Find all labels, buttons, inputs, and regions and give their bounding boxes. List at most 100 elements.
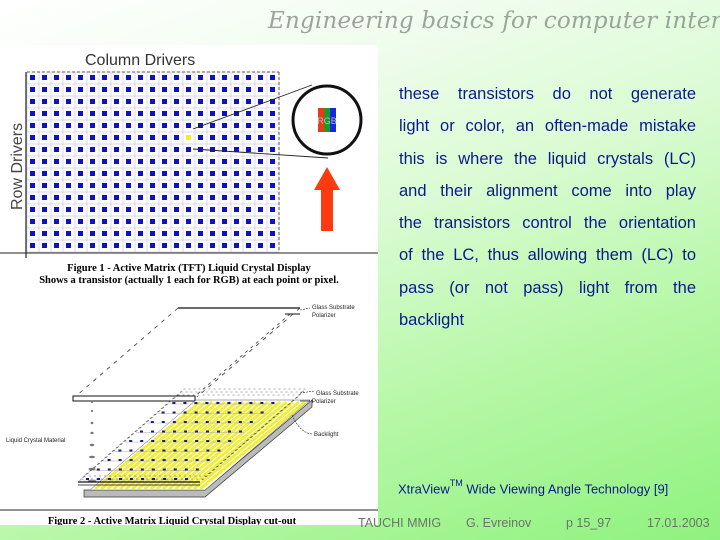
pixel-transistor: [54, 135, 59, 140]
pixel-transistor: [210, 111, 215, 116]
pixel-transistor: [126, 159, 131, 164]
pixel-transistor: [186, 183, 191, 188]
pixel-transistor: [198, 231, 203, 236]
tft-element: [173, 430, 176, 433]
tft-element: [194, 421, 198, 423]
pixel-transistor: [66, 159, 71, 164]
pixel-transistor: [114, 183, 119, 188]
pixel-transistor: [174, 171, 179, 176]
pixel-transistor: [90, 123, 95, 128]
pixel-transistor: [162, 231, 167, 236]
pixel-transistor: [54, 87, 59, 92]
pixel-transistor: [270, 195, 275, 200]
pixel-transistor: [234, 171, 239, 176]
tft-pixel-grid: [26, 71, 280, 253]
pixel-transistor: [30, 135, 35, 140]
pixel-transistor: [162, 219, 167, 224]
tft-element: [249, 421, 253, 423]
bullet-line: the transistors control the orientation: [399, 214, 696, 233]
tft-element: [194, 402, 198, 404]
pixel-transistor: [42, 183, 47, 188]
pixel-transistor: [198, 183, 203, 188]
tft-element: [86, 478, 89, 480]
pixel-transistor: [42, 75, 47, 80]
tft-element: [228, 440, 232, 442]
pixel-transistor: [174, 231, 179, 236]
pixel-transistor: [114, 171, 119, 176]
backlight-label: Backlight: [314, 432, 339, 438]
pixel-transistor: [270, 135, 275, 140]
pixel-transistor: [222, 183, 227, 188]
tft-element: [216, 402, 220, 404]
pixel-transistor: [42, 87, 47, 92]
pixel-transistor: [138, 243, 143, 248]
pixel-transistor: [234, 195, 239, 200]
pixel-transistor: [162, 171, 167, 176]
pixel-transistor: [78, 219, 83, 224]
pixel-transistor: [174, 123, 179, 128]
pixel-transistor: [126, 135, 131, 140]
pixel-transistor: [150, 123, 155, 128]
figure2-caption: Figure 2 - Active Matrix Liquid Crystal …: [48, 516, 297, 525]
tft-element: [172, 402, 176, 404]
pixel-transistor: [126, 87, 131, 92]
glass-substrate-label: Glass Substrate: [312, 305, 355, 311]
tft-element: [152, 478, 155, 480]
xtraview-name: XtraView: [398, 481, 450, 497]
rgb-subpixel-icon: RGB: [317, 108, 337, 132]
pixel-transistor: [198, 159, 203, 164]
column-drivers-label: Column Drivers: [85, 52, 195, 69]
pixel-transistor: [78, 135, 83, 140]
pixel-transistor: [66, 171, 71, 176]
pixel-transistor: [210, 243, 215, 248]
pixel-transistor: [78, 207, 83, 212]
pixel-transistor: [30, 219, 35, 224]
pixel-transistor: [90, 243, 95, 248]
pixel-transistor: [150, 231, 155, 236]
pixel-transistor: [42, 147, 47, 152]
pixel-transistor: [42, 111, 47, 116]
pixel-transistor: [234, 135, 239, 140]
pixel-transistor: [222, 231, 227, 236]
tft-element: [140, 430, 143, 433]
pixel-transistor: [174, 243, 179, 248]
xtraview-reference: XtraViewTM Wide Viewing Angle Technology…: [398, 478, 668, 497]
pixel-transistor: [150, 159, 155, 164]
rgb-label: RGB: [317, 116, 337, 126]
tft-element: [217, 440, 221, 442]
pixel-transistor: [162, 135, 167, 140]
tft-element: [173, 449, 177, 452]
pixel-transistor: [174, 99, 179, 104]
pixel-transistor: [210, 135, 215, 140]
tft-element: [238, 421, 242, 423]
pixel-transistor: [78, 147, 83, 152]
tft-element: [141, 478, 144, 480]
pixel-transistor: [126, 171, 131, 176]
tft-element: [217, 430, 220, 433]
tft-element: [129, 459, 133, 461]
pixel-transistor: [102, 75, 107, 80]
tft-element: [173, 468, 177, 471]
pixel-transistor: [90, 99, 95, 104]
pixel-transistor: [234, 243, 239, 248]
pixel-transistor: [222, 195, 227, 200]
pixel-transistor: [162, 183, 167, 188]
pixel-transistor: [102, 183, 107, 188]
pixel-transistor: [162, 159, 167, 164]
pixel-transistor: [210, 159, 215, 164]
pixel-transistor: [90, 75, 95, 80]
pixel-transistor: [210, 231, 215, 236]
pixel-transistor: [246, 243, 251, 248]
polarizer-label: Polarizer: [312, 313, 336, 319]
tft-element: [129, 440, 133, 442]
pixel-transistor: [246, 147, 251, 152]
pixel-transistor: [114, 111, 119, 116]
pixel-transistor: [186, 111, 191, 116]
pixel-transistor: [270, 123, 275, 128]
pixel-transistor: [198, 135, 203, 140]
tft-element: [228, 430, 231, 433]
figure-illustration: Column Drivers Row Drivers RGB Figure 1 …: [0, 52, 378, 525]
pixel-transistor: [186, 123, 191, 128]
pixel-transistor: [42, 243, 47, 248]
pixel-transistor: [54, 231, 59, 236]
